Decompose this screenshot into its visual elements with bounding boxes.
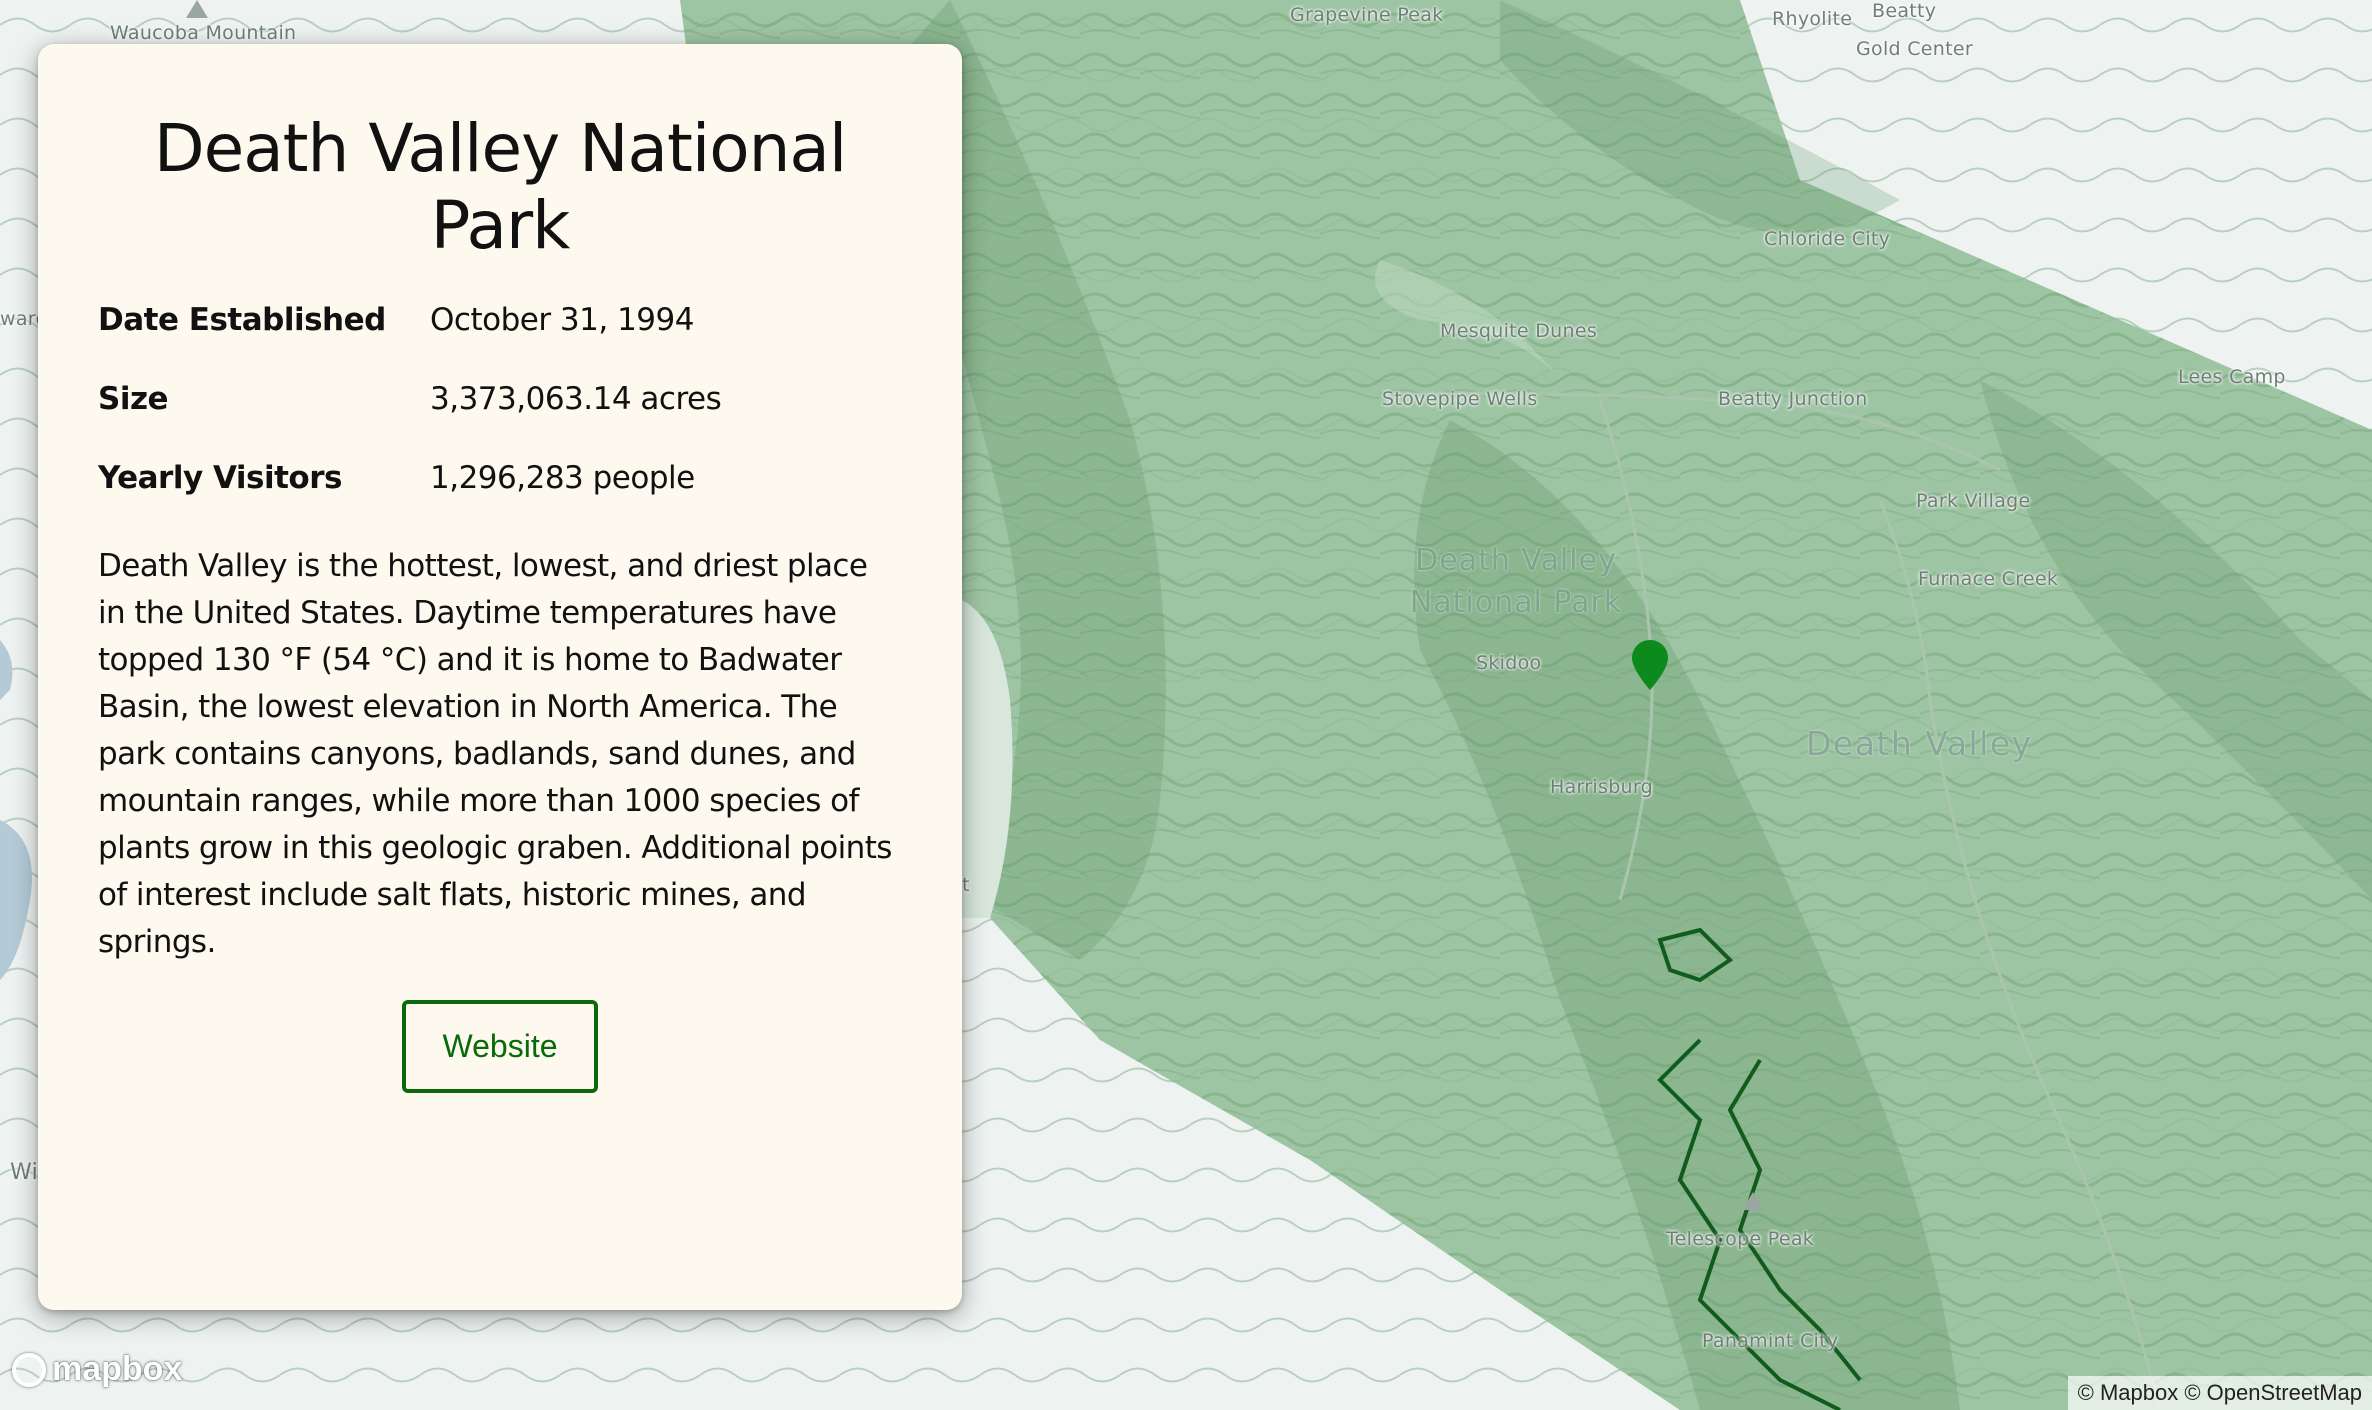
website-button[interactable]: Website [402, 1000, 598, 1093]
label-park-region: Death Valley National Park [1409, 543, 1623, 620]
info-row-date-established: Date Established October 31, 1994 [98, 302, 902, 381]
park-title: Death Valley National Park [153, 110, 847, 264]
label-panamint-city: Panamint City [1702, 1330, 1839, 1352]
info-value: October 31, 1994 [430, 302, 694, 338]
park-description: Death Valley is the hottest, lowest, and… [98, 548, 892, 960]
label-mesquite-dunes: Mesquite Dunes [1440, 320, 1598, 342]
label-harrisburg: Harrisburg [1550, 776, 1654, 798]
label-lees-camp: Lees Camp [2178, 366, 2286, 388]
info-value: 1,296,283 people [430, 460, 695, 496]
peak-icon [186, 0, 208, 18]
label-edge-wi: Wi [10, 1160, 38, 1185]
mapbox-logo-text: mapbox [52, 1350, 183, 1388]
label-park-village: Park Village [1916, 490, 2031, 512]
label-death-valley: Death Valley [1806, 724, 2033, 763]
label-skidoo: Skidoo [1476, 652, 1542, 674]
info-value: 3,373,063.14 acres [430, 381, 722, 417]
label-furnace-creek: Furnace Creek [1918, 568, 2059, 590]
mapbox-logo[interactable]: mapbox [12, 1350, 182, 1389]
label-beatty-junction: Beatty Junction [1718, 388, 1868, 410]
label-rhyolite: Rhyolite [1772, 8, 1853, 30]
map-attribution[interactable]: © Mapbox © OpenStreetMap [2067, 1376, 2372, 1410]
info-label: Date Established [98, 302, 386, 338]
park-info-panel: Death Valley National Park Date Establis… [38, 44, 962, 1310]
info-label: Size [98, 381, 169, 417]
mapbox-logo-icon [12, 1352, 46, 1387]
info-label: Yearly Visitors [98, 460, 342, 496]
peak-icon [1742, 1192, 1764, 1210]
label-telescope-peak: Telescope Peak [1666, 1228, 1815, 1250]
label-gold-center: Gold Center [1856, 38, 1973, 60]
label-grapevine-peak: Grapevine Peak [1290, 4, 1444, 26]
label-chloride-city: Chloride City [1764, 228, 1891, 250]
label-stovepipe-wells: Stovepipe Wells [1382, 388, 1538, 410]
label-beatty: Beatty [1872, 0, 1937, 22]
info-row-yearly-visitors: Yearly Visitors 1,296,283 people [98, 460, 902, 539]
label-waucoba-mountain: Waucoba Mountain [110, 22, 297, 44]
label-edge-t: t [962, 874, 970, 896]
location-marker-icon[interactable] [1632, 640, 1668, 690]
info-row-size: Size 3,373,063.14 acres [98, 381, 902, 460]
